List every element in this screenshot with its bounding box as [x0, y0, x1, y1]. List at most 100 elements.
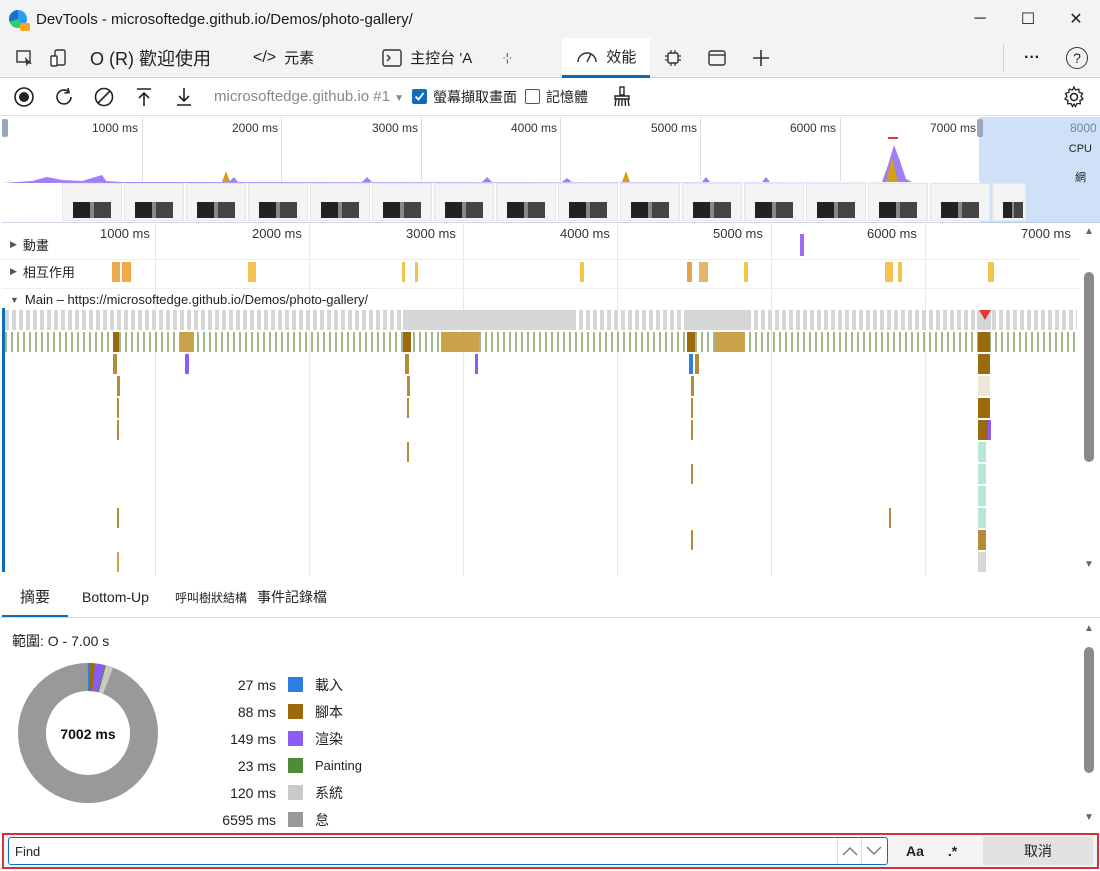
gear-icon: [1064, 85, 1084, 108]
tab-sources[interactable]: ·¦·: [488, 38, 526, 78]
scroll-up-icon[interactable]: ▲: [1084, 226, 1094, 237]
screenshot-thumbnail: [806, 183, 866, 221]
devtools-app-icon: [9, 10, 30, 31]
timeline-overview[interactable]: 1000 ms 2000 ms 3000 ms 4000 ms 5000 ms …: [2, 117, 1100, 223]
legend-value: 27 ms: [237, 676, 276, 693]
help-icon[interactable]: ?: [1054, 41, 1100, 75]
cpu-activity-graph: [2, 137, 980, 183]
summary-scrollbar-thumb[interactable]: [1084, 647, 1094, 773]
tab-welcome[interactable]: O (R) 歡迎使用: [76, 38, 225, 78]
find-bar: Find Aa .* 取消: [2, 833, 1099, 869]
help-glyph: ?: [1066, 47, 1088, 69]
minimize-button[interactable]: ─: [956, 0, 1004, 38]
capture-settings-button[interactable]: [1062, 85, 1086, 112]
summary-scrollbar[interactable]: ▲ ▼: [1080, 619, 1098, 829]
screenshot-thumbnail: [186, 183, 246, 221]
clear-button[interactable]: [84, 79, 124, 115]
regex-button[interactable]: .*: [948, 843, 957, 859]
overview-tick: 2000 ms: [232, 121, 279, 135]
collapse-triangle-icon: ▼: [10, 294, 19, 305]
garbage-collect-button[interactable]: [602, 79, 642, 115]
scroll-up-icon[interactable]: ▲: [1084, 623, 1094, 634]
tab-bottom-up[interactable]: Bottom-Up: [68, 577, 163, 617]
memory-chip-icon[interactable]: [656, 41, 690, 75]
upload-profile-button[interactable]: [124, 79, 164, 115]
screenshot-thumbnail: [310, 183, 370, 221]
download-profile-button[interactable]: [164, 79, 204, 115]
screenshot-thumbnail: [248, 183, 308, 221]
tab-elements[interactable]: </> 元素: [239, 38, 328, 78]
recording-select[interactable]: microsoftedge.github.io #1 ▼: [214, 88, 404, 105]
clear-icon: [94, 87, 114, 106]
reload-record-button[interactable]: [44, 79, 84, 115]
screenshot-thumbnail: [930, 183, 990, 221]
legend-swatch: [288, 785, 303, 800]
screenshot-thumbnail: [62, 183, 122, 221]
overview-tick: 4000 ms: [511, 121, 558, 135]
flame-scrollbar[interactable]: ▲ ▼: [1080, 224, 1098, 576]
overview-left-handle[interactable]: [2, 119, 8, 137]
track-main[interactable]: ▼ Main – https://microsoftedge.github.io…: [2, 288, 1080, 310]
window-controls: ─ ☐ ✕: [956, 0, 1100, 38]
close-button[interactable]: ✕: [1052, 0, 1100, 38]
more-options-icon[interactable]: ···: [1010, 41, 1054, 75]
details-tabs: 摘要 Bottom-Up 呼叫樹狀結構 事件記錄檔: [0, 578, 1100, 618]
main-thread-flame-graph: [5, 310, 1077, 572]
recording-select-value: microsoftedge.github.io #1: [214, 88, 390, 105]
record-icon: [14, 86, 34, 107]
overview-tick: 6000 ms: [790, 121, 837, 135]
scroll-down-icon[interactable]: ▼: [1084, 559, 1094, 570]
expand-triangle-icon: ▶: [10, 238, 17, 249]
flame-scrollbar-thumb[interactable]: [1084, 272, 1094, 462]
legend-value: 149 ms: [230, 730, 276, 747]
legend-row-rendering: 149 ms 渲染: [200, 725, 362, 752]
add-tab-icon[interactable]: [744, 41, 778, 75]
maximize-button[interactable]: ☐: [1004, 0, 1052, 38]
tab-summary[interactable]: 摘要: [2, 577, 69, 617]
scroll-down-icon[interactable]: ▼: [1084, 812, 1094, 823]
legend-swatch: [288, 677, 303, 692]
animation-event[interactable]: [800, 234, 804, 256]
legend-swatch: [288, 731, 303, 746]
network-label: 網: [1075, 172, 1086, 184]
tab-event-log[interactable]: 事件記錄檔: [247, 577, 337, 617]
find-next-button[interactable]: [861, 838, 885, 864]
find-navigation: [837, 838, 885, 864]
memory-checkbox[interactable]: 記憶體: [525, 87, 588, 107]
screenshots-checkbox[interactable]: 螢幕擷取畫面: [412, 87, 517, 107]
summary-legend: 27 ms 載入 88 ms 腳本 149 ms 渲染 23 ms Painti…: [200, 671, 362, 833]
console-icon: [382, 48, 402, 67]
find-cancel-button[interactable]: 取消: [983, 837, 1093, 865]
legend-label: 載入: [315, 676, 343, 693]
record-button[interactable]: [4, 79, 44, 115]
device-emulation-icon[interactable]: [42, 41, 76, 75]
inspect-element-icon[interactable]: [8, 41, 42, 75]
legend-row-painting: 23 ms Painting: [200, 752, 362, 779]
legend-value: 120 ms: [230, 784, 276, 801]
track-animations[interactable]: ▶ 動畫: [2, 232, 1080, 256]
chevron-up-icon: [842, 847, 857, 856]
tab-performance[interactable]: 效能: [562, 37, 651, 78]
legend-row-system: 120 ms 系統: [200, 779, 362, 806]
match-case-button[interactable]: Aa: [906, 843, 924, 859]
tab-call-tree[interactable]: 呼叫樹狀結構: [175, 577, 247, 617]
flame-chart[interactable]: 1000 ms 2000 ms 3000 ms 4000 ms 5000 ms …: [2, 224, 1080, 576]
interaction-events: [112, 262, 994, 282]
legend-label: 系統: [315, 784, 343, 801]
overview-right-handle[interactable]: [977, 119, 983, 137]
find-previous-button[interactable]: [837, 838, 861, 864]
legend-swatch: [288, 758, 303, 773]
tab-console[interactable]: 主控台 'A: [368, 38, 486, 78]
find-input[interactable]: Find: [8, 837, 888, 865]
range-label: 範圍: O - 7.00 s: [12, 633, 110, 649]
application-panel-icon[interactable]: [700, 41, 734, 75]
broom-icon: [614, 85, 630, 106]
upload-icon: [137, 87, 151, 106]
performance-gauge-icon: [577, 52, 598, 63]
tab-performance-label: 效能: [606, 48, 637, 66]
legend-label: 怠: [315, 811, 329, 828]
screenshot-thumbnail: [558, 183, 618, 221]
legend-row-idle: 6595 ms 怠: [200, 806, 362, 833]
screenshot-thumbnail: [682, 183, 742, 221]
overview-tick: 1000 ms: [92, 121, 139, 135]
